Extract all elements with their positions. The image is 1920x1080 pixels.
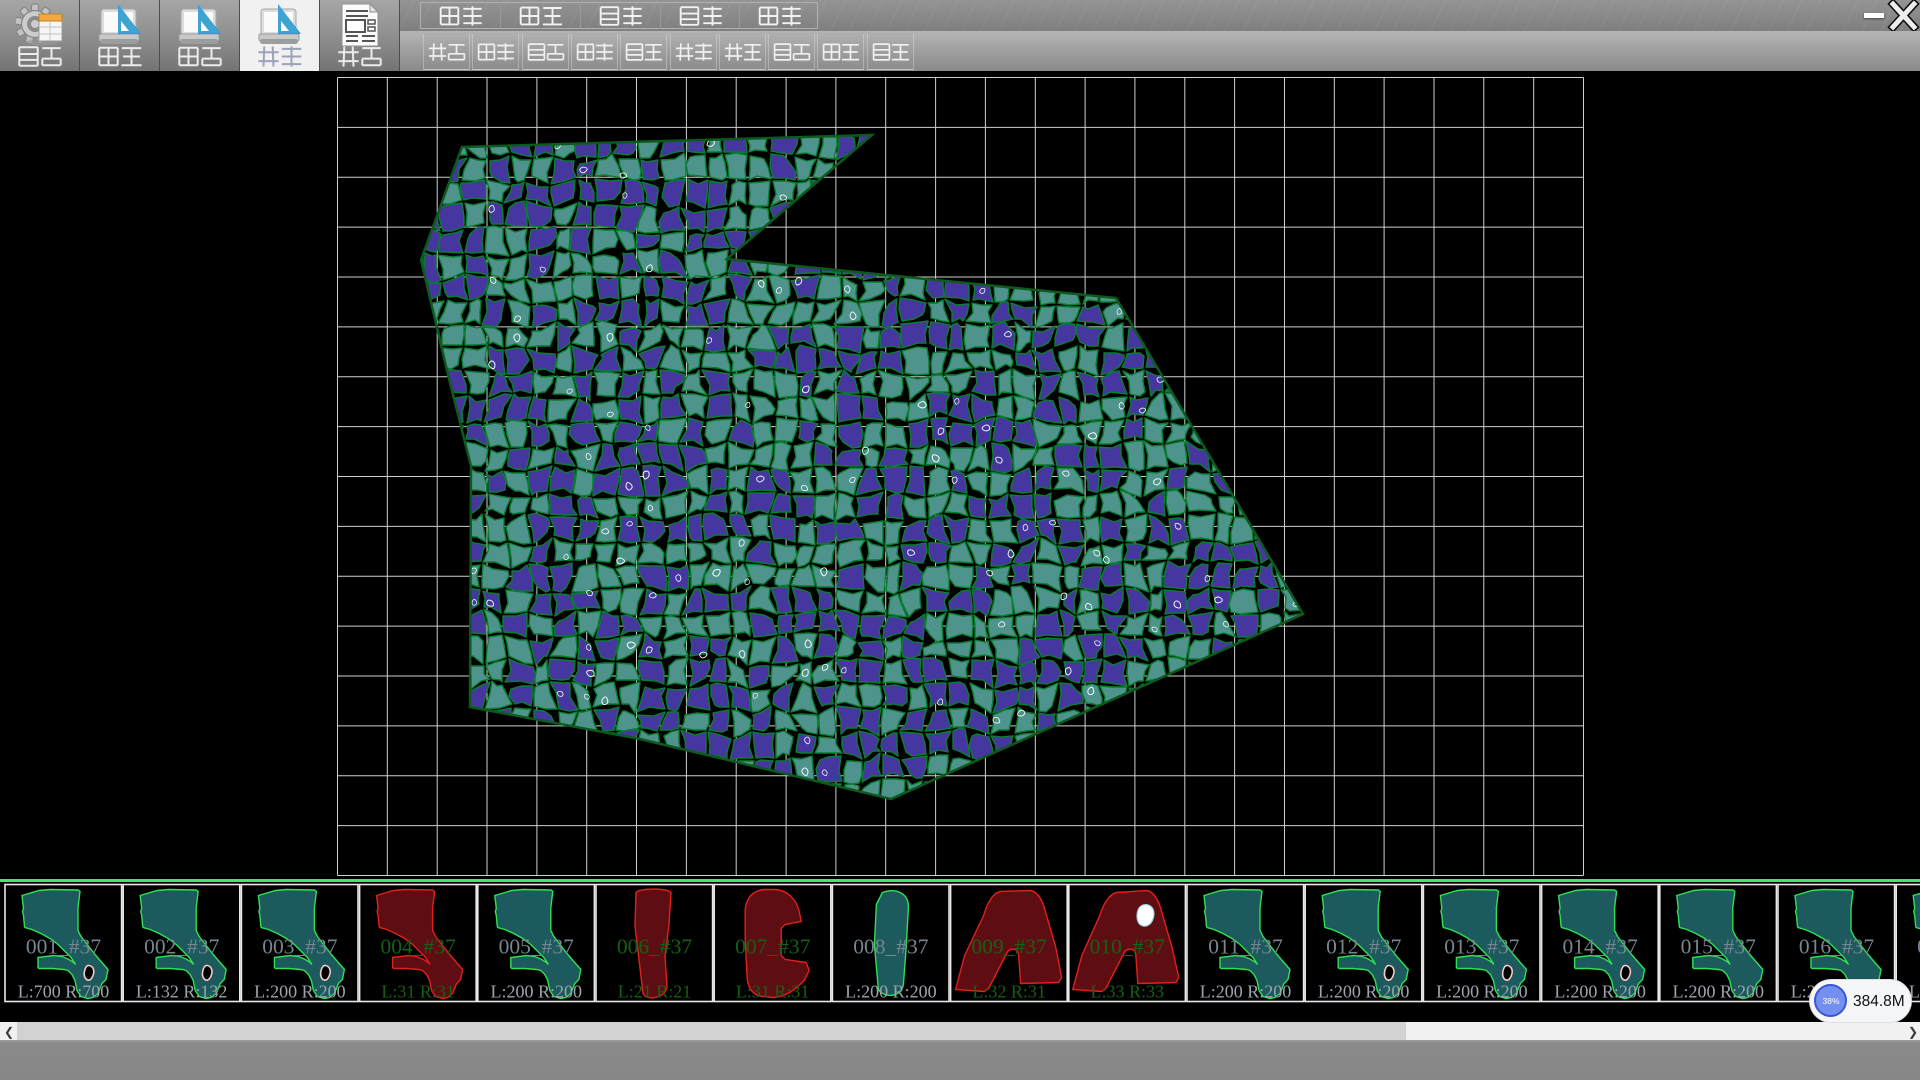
svg-text:L:132 R:132: L:132 R:132 xyxy=(136,982,228,1002)
svg-text:L:200 R:200: L:200 R:200 xyxy=(1200,982,1292,1002)
svg-text:L:200 R:200: L:200 R:200 xyxy=(845,982,937,1002)
svg-text:L:700 R:700: L:700 R:700 xyxy=(18,982,110,1002)
svg-text:014_#37: 014_#37 xyxy=(1562,935,1638,959)
svg-text:002_#37: 002_#37 xyxy=(144,935,220,959)
svg-text:L:200 R:200: L:200 R:200 xyxy=(1554,982,1646,1002)
svg-text:010_#37: 010_#37 xyxy=(1090,935,1166,959)
svg-text:011_#37: 011_#37 xyxy=(1208,935,1283,959)
svg-text:L:200 R:200: L:200 R:200 xyxy=(254,982,346,1002)
svg-text:L:33 R:33: L:33 R:33 xyxy=(1091,982,1165,1002)
svg-text:L:200 R:200: L:200 R:200 xyxy=(1318,982,1410,1002)
svg-text:006_#37: 006_#37 xyxy=(617,935,693,959)
svg-text:009_#37: 009_#37 xyxy=(971,935,1047,959)
svg-text:008_#37: 008_#37 xyxy=(853,935,929,959)
svg-text:005_#37: 005_#37 xyxy=(499,935,575,959)
svg-text:L:200 R:200: L:200 R:200 xyxy=(491,982,583,1002)
svg-text:004_#37: 004_#37 xyxy=(380,935,456,959)
svg-text:L:200 R:200: L:200 R:200 xyxy=(1673,982,1765,1002)
svg-text:L:31 R:31: L:31 R:31 xyxy=(381,982,455,1002)
svg-text:L:31 R:31: L:31 R:31 xyxy=(736,982,810,1002)
svg-text:L:32 R:31: L:32 R:31 xyxy=(972,982,1046,1002)
svg-text:L:200 R:200: L:200 R:200 xyxy=(1436,982,1528,1002)
svg-text:015_#37: 015_#37 xyxy=(1681,935,1757,959)
svg-text:012_#37: 012_#37 xyxy=(1326,935,1402,959)
svg-text:013_#37: 013_#37 xyxy=(1444,935,1520,959)
svg-text:001_#37: 001_#37 xyxy=(26,935,102,959)
svg-text:L:21 R:21: L:21 R:21 xyxy=(618,982,692,1002)
svg-text:003_#37: 003_#37 xyxy=(262,935,338,959)
svg-text:016_#37: 016_#37 xyxy=(1799,935,1875,959)
svg-text:007_#37: 007_#37 xyxy=(735,935,811,959)
